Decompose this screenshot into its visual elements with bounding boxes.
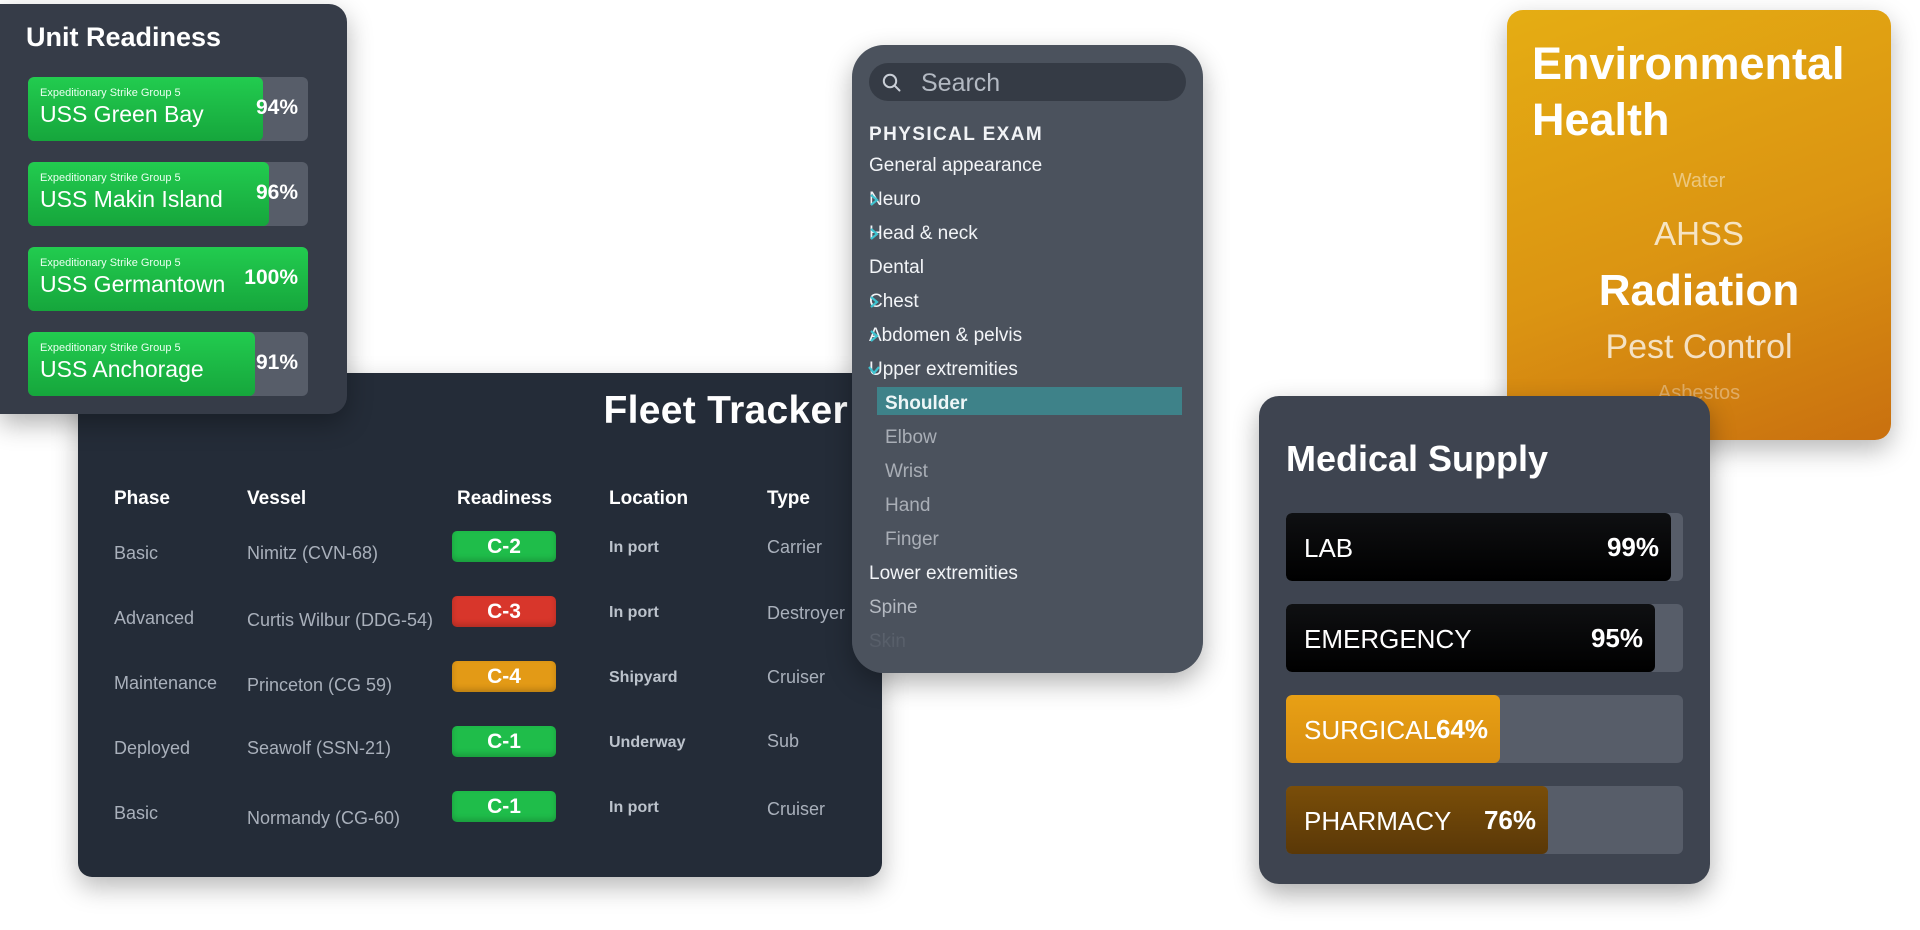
location-cell: Underway bbox=[609, 734, 686, 751]
unit-percent: 94% bbox=[255, 96, 298, 119]
unit-readiness-title: Unit Readiness bbox=[26, 22, 222, 52]
search-box[interactable] bbox=[869, 63, 1186, 101]
supply-percent: 64% bbox=[1435, 714, 1488, 744]
supply-label: LAB bbox=[1304, 533, 1354, 563]
search-input[interactable] bbox=[919, 67, 1173, 99]
tree-item-hand[interactable]: Hand bbox=[885, 495, 930, 517]
supply-percent: 99% bbox=[1606, 532, 1659, 562]
supply-bar-emergency[interactable]: EMERGENCY 95% bbox=[1286, 604, 1683, 672]
phase-cell: Basic bbox=[114, 803, 159, 823]
vessel-cell: Princeton (CG 59) bbox=[247, 675, 393, 695]
tree-item-wrist[interactable]: Wrist bbox=[885, 461, 928, 483]
phase-cell: Advanced bbox=[114, 608, 195, 628]
column-header-vessel[interactable]: Vessel bbox=[247, 488, 306, 510]
supply-label: SURGICAL bbox=[1304, 715, 1437, 745]
fleet-tracker-title: Fleet Tracker bbox=[603, 389, 848, 432]
unit-name: USS Makin Island bbox=[40, 186, 223, 212]
unit-percent: 91% bbox=[255, 351, 298, 374]
supply-bar-pharmacy[interactable]: PHARMACY 76% bbox=[1286, 786, 1683, 854]
location-cell: In port bbox=[609, 604, 659, 621]
readiness-badge: C-1 bbox=[452, 791, 556, 822]
readiness-badge: C-4 bbox=[452, 661, 556, 692]
supply-percent: 76% bbox=[1483, 805, 1536, 835]
tree-item-lower-extremities[interactable]: Lower extremities bbox=[869, 563, 1018, 585]
unit-readiness-bar[interactable]: Expeditionary Strike Group 5 USS Germanto… bbox=[28, 247, 308, 311]
unit-name: USS Green Bay bbox=[40, 101, 204, 127]
unit-name: USS Germantown bbox=[40, 271, 226, 297]
env-option-radiation[interactable]: Radiation bbox=[1507, 266, 1891, 316]
type-cell: Destroyer bbox=[767, 603, 846, 623]
location-cell: Shipyard bbox=[609, 669, 678, 686]
vessel-cell: Normandy (CG-60) bbox=[247, 808, 401, 828]
column-header-phase[interactable]: Phase bbox=[114, 488, 170, 510]
vessel-cell: Curtis Wilbur (DDG-54) bbox=[247, 610, 434, 630]
unit-group-label: Expeditionary Strike Group 5 bbox=[40, 257, 181, 269]
supply-bar-surgical[interactable]: SURGICAL 64% bbox=[1286, 695, 1683, 763]
type-cell: Sub bbox=[767, 731, 800, 751]
environmental-health-panel: Environmental Health Water AHSS Radiation P… bbox=[1507, 10, 1891, 440]
phase-cell: Basic bbox=[114, 543, 159, 563]
tree-item-head-neck[interactable]: Head & neck bbox=[869, 223, 978, 245]
env-option-ahss[interactable]: AHSS bbox=[1507, 215, 1891, 253]
tree-item-dental[interactable]: Dental bbox=[869, 257, 924, 279]
medical-supply-title: Medical Supply bbox=[1286, 438, 1549, 479]
chevron-right-icon[interactable] bbox=[867, 295, 881, 309]
table-row[interactable]: Maintenance Princeton (CG 59) C-4 Shipyard C… bbox=[78, 653, 882, 713]
tree-item-elbow[interactable]: Elbow bbox=[885, 427, 937, 449]
type-cell: Carrier bbox=[767, 537, 823, 557]
supply-label: EMERGENCY bbox=[1304, 624, 1472, 654]
phase-cell: Maintenance bbox=[114, 673, 218, 693]
column-header-readiness[interactable]: Readiness bbox=[457, 488, 552, 510]
column-header-location[interactable]: Location bbox=[609, 488, 688, 510]
unit-percent: 100% bbox=[244, 266, 298, 289]
chevron-down-icon[interactable] bbox=[867, 363, 881, 377]
supply-label: PHARMACY bbox=[1304, 806, 1452, 836]
unit-name: USS Anchorage bbox=[40, 356, 204, 382]
chevron-right-icon[interactable] bbox=[867, 227, 881, 241]
vessel-cell: Nimitz (CVN-68) bbox=[247, 543, 379, 563]
supply-percent: 95% bbox=[1590, 623, 1643, 653]
scroll-fade bbox=[852, 613, 1203, 673]
unit-readiness-bar[interactable]: Expeditionary Strike Group 5 USS Green Ba… bbox=[28, 77, 308, 141]
unit-group-label: Expeditionary Strike Group 5 bbox=[40, 342, 181, 354]
unit-readiness-bar[interactable]: Expeditionary Strike Group 5 USS Makin Is… bbox=[28, 162, 308, 226]
section-heading-physical-exam: PHYSICAL EXAM bbox=[869, 124, 1044, 145]
environmental-health-title: Environmental Health bbox=[1532, 38, 1845, 145]
table-row[interactable]: Deployed Seawolf (SSN-21) C-1 Underway Sub bbox=[78, 718, 882, 778]
readiness-badge: C-2 bbox=[452, 531, 556, 562]
tree-item-upper-extremities[interactable]: Upper extremities bbox=[869, 359, 1018, 381]
unit-group-label: Expeditionary Strike Group 5 bbox=[40, 172, 181, 184]
phase-cell: Deployed bbox=[114, 738, 191, 758]
location-cell: In port bbox=[609, 799, 659, 816]
table-row[interactable]: Basic Normandy (CG-60) C-1 In port Cruiser bbox=[78, 783, 882, 843]
table-row[interactable]: Basic Nimitz (CVN-68) C-2 In port Carrier bbox=[78, 523, 882, 583]
chevron-right-icon[interactable] bbox=[867, 193, 881, 207]
readiness-badge: C-3 bbox=[452, 596, 556, 627]
unit-percent: 96% bbox=[255, 181, 298, 204]
readiness-badge: C-1 bbox=[452, 726, 556, 757]
unit-group-label: Expeditionary Strike Group 5 bbox=[40, 87, 181, 99]
fleet-tracker-panel: Fleet Tracker Phase Vessel Readiness Loc… bbox=[78, 373, 882, 877]
chevron-right-icon[interactable] bbox=[867, 329, 881, 343]
supply-bar-lab[interactable]: LAB 99% bbox=[1286, 513, 1683, 581]
unit-readiness-bar[interactable]: Expeditionary Strike Group 5 USS Anchorag… bbox=[28, 332, 308, 396]
search-icon bbox=[882, 73, 901, 92]
location-cell: In port bbox=[609, 539, 659, 556]
type-cell: Cruiser bbox=[767, 667, 826, 687]
unit-readiness-panel: Unit Readiness Expeditionary Strike Grou… bbox=[0, 4, 347, 414]
tree-item-shoulder[interactable]: Shoulder bbox=[885, 393, 967, 415]
env-option-water[interactable]: Water bbox=[1507, 170, 1891, 193]
env-option-pest-control[interactable]: Pest Control bbox=[1507, 328, 1891, 367]
type-cell: Cruiser bbox=[767, 799, 826, 819]
medical-supply-panel: Medical Supply LAB 99% EMERGENCY 95% SURGICA… bbox=[1259, 396, 1710, 884]
tree-item-abdomen-pelvis[interactable]: Abdomen & pelvis bbox=[869, 325, 1022, 347]
tree-item-finger[interactable]: Finger bbox=[885, 529, 939, 551]
tree-item-general-appearance[interactable]: General appearance bbox=[869, 155, 1042, 177]
table-row[interactable]: Advanced Curtis Wilbur (DDG-54) C-3 In port… bbox=[78, 588, 882, 648]
column-header-type[interactable]: Type bbox=[767, 488, 810, 510]
physical-exam-panel: PHYSICAL EXAM General appearanceNeuroHea… bbox=[852, 45, 1203, 673]
vessel-cell: Seawolf (SSN-21) bbox=[247, 738, 392, 758]
